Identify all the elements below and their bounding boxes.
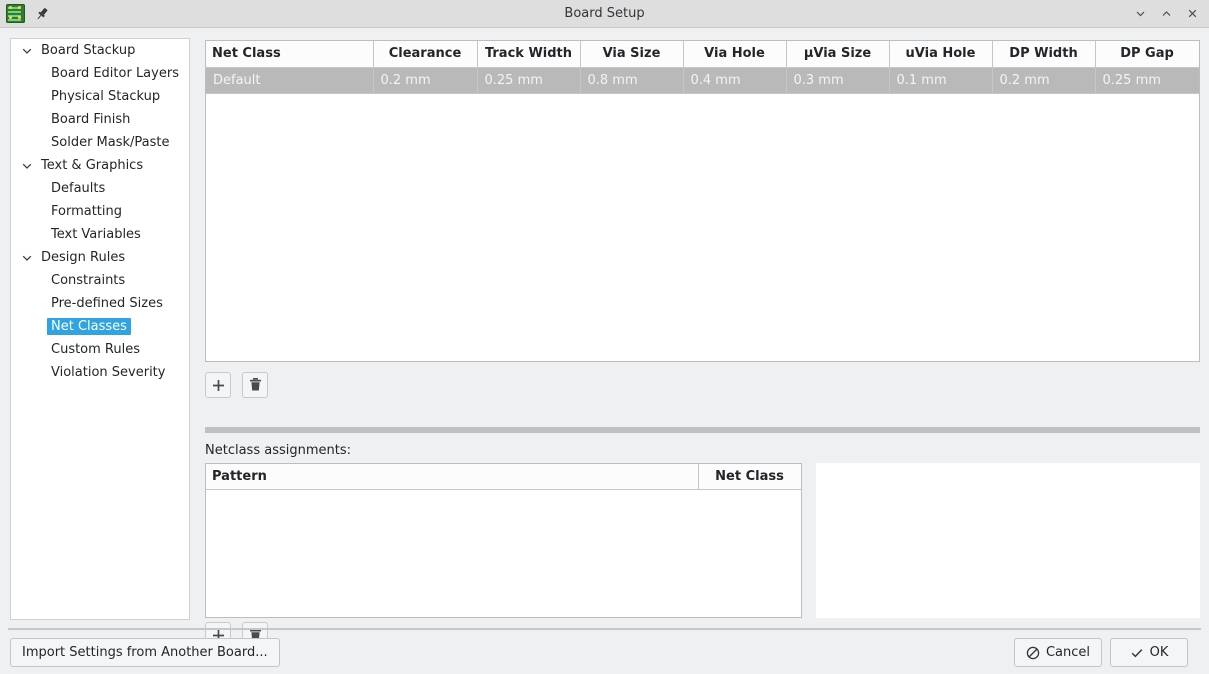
sidebar-item-physical-stackup[interactable]: Physical Stackup: [11, 85, 189, 108]
kicad-pcb-icon: [6, 4, 25, 23]
cancel-button-label: Cancel: [1045, 645, 1091, 660]
assignments-grid[interactable]: Pattern Net Class: [205, 463, 802, 618]
netclass-cell[interactable]: 0.2 mm: [992, 67, 1096, 94]
sidebar-item-label: Constraints: [51, 273, 126, 288]
settings-tree-panel[interactable]: Board Stackup Board Editor Layers Physical…: [10, 38, 190, 620]
assignments-col-header[interactable]: Pattern: [206, 464, 699, 490]
netclass-col-header[interactable]: uVia Hole: [889, 41, 993, 68]
netclass-col-header[interactable]: DP Gap: [1095, 41, 1199, 68]
dialog-footer: Import Settings from Another Board... Ca…: [0, 630, 1209, 674]
netclass-grid[interactable]: Net Class Clearance Track Width Via Size Via…: [205, 40, 1200, 362]
netclass-col-header[interactable]: DP Width: [992, 41, 1096, 68]
chevron-down-icon[interactable]: [19, 158, 35, 174]
netclasses-page: Net Class Clearance Track Width Via Size Via…: [205, 40, 1200, 648]
sidebar-item-label: Board Finish: [51, 112, 131, 127]
sidebar-item-text-variables[interactable]: Text Variables: [11, 223, 189, 246]
netclass-cell[interactable]: 0.25 mm: [477, 67, 581, 94]
add-netclass-button[interactable]: [205, 372, 231, 398]
netclass-col-header[interactable]: Net Class: [206, 41, 374, 68]
netclass-cell[interactable]: 0.1 mm: [889, 67, 993, 94]
netclass-col-header[interactable]: Via Size: [580, 41, 684, 68]
netclass-cell[interactable]: 0.8 mm: [580, 67, 684, 94]
check-icon: [1131, 648, 1142, 657]
sidebar-item-label: Text Variables: [51, 227, 141, 242]
assignments-col-header[interactable]: Net Class: [698, 464, 801, 490]
netclass-cell[interactable]: 0.4 mm: [683, 67, 787, 94]
sidebar-item-label: Text & Graphics: [41, 158, 144, 173]
delete-netclass-button[interactable]: [242, 372, 268, 398]
window-title: Board Setup: [564, 5, 645, 21]
sidebar-item-label: Physical Stackup: [51, 89, 161, 104]
sidebar-item-formatting[interactable]: Formatting: [11, 200, 189, 223]
window-controls: [1127, 3, 1209, 25]
sidebar-item-label: Violation Severity: [51, 365, 166, 380]
window-titlebar: Board Setup: [0, 0, 1209, 28]
sidebar-item-board-finish[interactable]: Board Finish: [11, 108, 189, 131]
netclass-table-header: Net Class Clearance Track Width Via Size Via…: [206, 41, 1199, 68]
sidebar-item-design-rules[interactable]: Design Rules: [11, 246, 189, 269]
netclass-cell[interactable]: 0.3 mm: [786, 67, 890, 94]
sidebar-item-label: Custom Rules: [51, 342, 141, 357]
sidebar-item-label: Design Rules: [41, 250, 126, 265]
netclass-assignments-label: Netclass assignments:: [205, 443, 351, 458]
netclass-cell[interactable]: 0.2 mm: [373, 67, 478, 94]
netclass-toolbar: [205, 372, 268, 398]
sidebar-item-violation-severity[interactable]: Violation Severity: [11, 361, 189, 384]
sidebar-item-label: Board Stackup: [41, 43, 136, 58]
netclass-col-header[interactable]: Track Width: [477, 41, 581, 68]
sidebar-item-defaults[interactable]: Defaults: [11, 177, 189, 200]
ok-button-label: OK: [1149, 645, 1169, 660]
netclass-cell[interactable]: 0.25 mm: [1095, 67, 1199, 94]
cancel-button[interactable]: Cancel: [1014, 638, 1102, 667]
sidebar-item-board-stackup[interactable]: Board Stackup: [11, 39, 189, 62]
pin-icon[interactable]: [34, 6, 50, 22]
sidebar-item-solder-mask-paste[interactable]: Solder Mask/Paste: [11, 131, 189, 154]
chevron-down-icon[interactable]: [19, 250, 35, 266]
titlebar-left-icons: [0, 4, 50, 23]
table-row[interactable]: Default 0.2 mm 0.25 mm 0.8 mm 0.4 mm 0.3 mm 0.…: [206, 67, 1199, 94]
sidebar-item-custom-rules[interactable]: Custom Rules: [11, 338, 189, 361]
netclass-table: Net Class Clearance Track Width Via Size Via…: [206, 41, 1199, 94]
assignments-preview-panel: [816, 463, 1200, 618]
close-button[interactable]: [1179, 3, 1205, 25]
dialog-content: Board Stackup Board Editor Layers Physical…: [0, 28, 1209, 648]
netclass-col-header[interactable]: Via Hole: [683, 41, 787, 68]
sidebar-item-label: Board Editor Layers: [51, 66, 179, 81]
no-entry-icon: [1026, 646, 1040, 659]
import-settings-button[interactable]: Import Settings from Another Board...: [10, 638, 280, 667]
sidebar-item-label: Solder Mask/Paste: [51, 135, 170, 150]
maximize-button[interactable]: [1153, 3, 1179, 25]
sidebar-item-net-classes[interactable]: Net Classes: [11, 315, 189, 338]
sidebar-item-label: Net Classes: [47, 318, 131, 335]
sidebar-item-pre-defined-sizes[interactable]: Pre-defined Sizes: [11, 292, 189, 315]
minimize-button[interactable]: [1127, 3, 1153, 25]
sidebar-item-label: Defaults: [51, 181, 106, 196]
horizontal-splitter[interactable]: [205, 427, 1200, 433]
sidebar-item-text-graphics[interactable]: Text & Graphics: [11, 154, 189, 177]
sidebar-item-board-editor-layers[interactable]: Board Editor Layers: [11, 62, 189, 85]
sidebar-item-label: Formatting: [51, 204, 123, 219]
chevron-down-icon[interactable]: [19, 43, 35, 59]
ok-button[interactable]: OK: [1110, 638, 1188, 667]
assignments-table-header: Pattern Net Class: [206, 464, 801, 490]
sidebar-item-constraints[interactable]: Constraints: [11, 269, 189, 292]
assignments-table: Pattern Net Class: [206, 464, 801, 490]
netclass-col-header[interactable]: Clearance: [373, 41, 478, 68]
sidebar-item-label: Pre-defined Sizes: [51, 296, 163, 311]
netclass-col-header[interactable]: µVia Size: [786, 41, 890, 68]
netclass-cell[interactable]: Default: [206, 67, 374, 94]
